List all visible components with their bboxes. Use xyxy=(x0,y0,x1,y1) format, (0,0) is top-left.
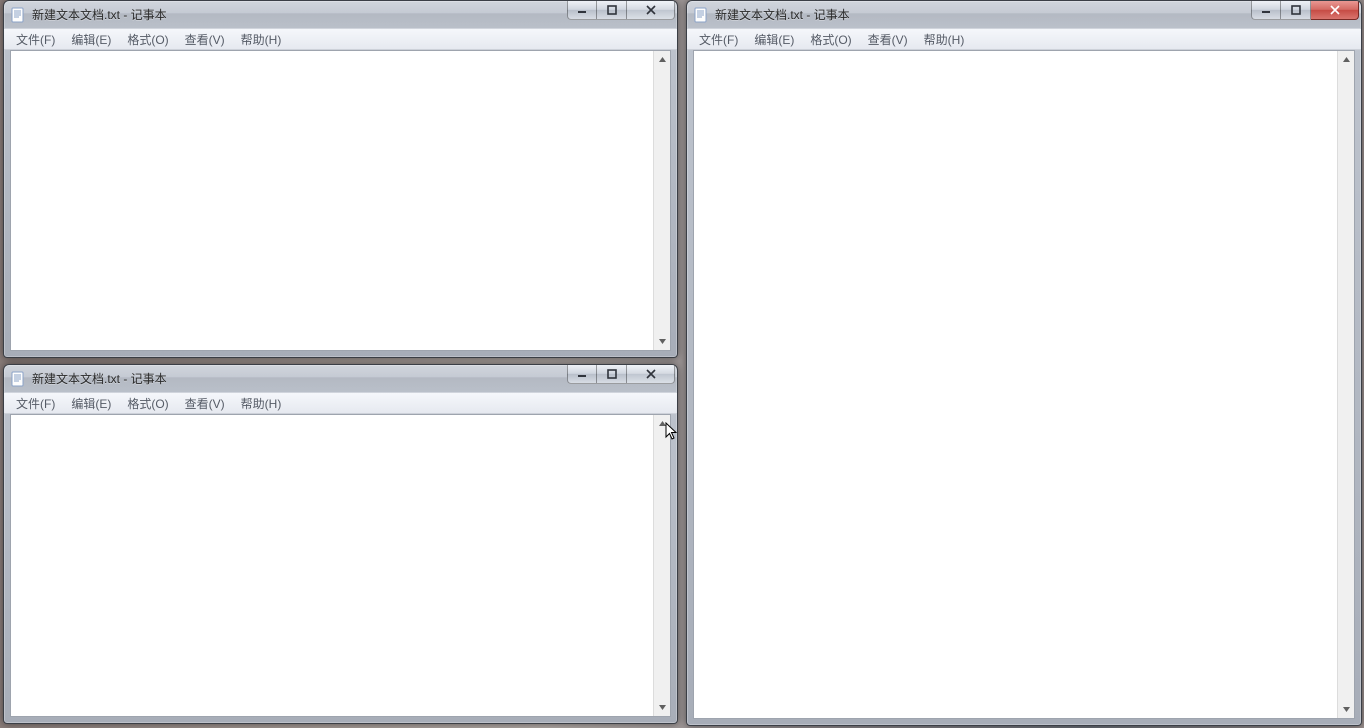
scroll-down-icon[interactable] xyxy=(654,699,671,716)
desktop: 新建文本文档.txt - 记事本 文件(F) 编辑(E) 格式(O) 查看(V)… xyxy=(0,0,1364,728)
menu-help[interactable]: 帮助(H) xyxy=(916,29,973,50)
minimize-button[interactable] xyxy=(1251,1,1281,20)
maximize-button[interactable] xyxy=(597,365,627,384)
maximize-button[interactable] xyxy=(597,1,627,20)
notepad-icon xyxy=(10,7,26,23)
titlebar[interactable]: 新建文本文档.txt - 记事本 xyxy=(4,1,677,28)
vertical-scrollbar[interactable] xyxy=(1337,51,1354,718)
scroll-up-icon[interactable] xyxy=(1338,51,1355,68)
menubar: 文件(F) 编辑(E) 格式(O) 查看(V) 帮助(H) xyxy=(4,28,677,50)
menubar: 文件(F) 编辑(E) 格式(O) 查看(V) 帮助(H) xyxy=(4,392,677,414)
menu-edit[interactable]: 编辑(E) xyxy=(746,29,802,50)
notepad-window: 新建文本文档.txt - 记事本 文件(F) 编辑(E) 格式(O) 查看(V)… xyxy=(3,364,678,724)
titlebar[interactable]: 新建文本文档.txt - 记事本 xyxy=(687,1,1361,28)
notepad-icon xyxy=(693,7,709,23)
vertical-scrollbar[interactable] xyxy=(653,415,670,716)
menu-format[interactable]: 格式(O) xyxy=(119,29,176,50)
menu-edit[interactable]: 编辑(E) xyxy=(63,29,119,50)
menu-file[interactable]: 文件(F) xyxy=(691,29,746,50)
notepad-window: 新建文本文档.txt - 记事本 文件(F) 编辑(E) 格式(O) 查看(V)… xyxy=(3,0,678,358)
menu-edit[interactable]: 编辑(E) xyxy=(63,393,119,414)
text-area[interactable] xyxy=(11,51,653,350)
menu-view[interactable]: 查看(V) xyxy=(177,393,233,414)
menu-view[interactable]: 查看(V) xyxy=(177,29,233,50)
window-title: 新建文本文档.txt - 记事本 xyxy=(32,6,567,23)
maximize-button[interactable] xyxy=(1281,1,1311,20)
window-controls xyxy=(1251,1,1359,28)
titlebar[interactable]: 新建文本文档.txt - 记事本 xyxy=(4,365,677,392)
minimize-button[interactable] xyxy=(567,365,597,384)
close-button[interactable] xyxy=(627,1,675,20)
window-title: 新建文本文档.txt - 记事本 xyxy=(715,6,1251,23)
minimize-button[interactable] xyxy=(567,1,597,20)
text-area[interactable] xyxy=(11,415,653,716)
window-controls xyxy=(567,365,675,392)
menu-help[interactable]: 帮助(H) xyxy=(233,29,290,50)
menu-format[interactable]: 格式(O) xyxy=(119,393,176,414)
menu-file[interactable]: 文件(F) xyxy=(8,393,63,414)
notepad-window: 新建文本文档.txt - 记事本 文件(F) 编辑(E) 格式(O) 查看(V)… xyxy=(686,0,1362,726)
menubar: 文件(F) 编辑(E) 格式(O) 查看(V) 帮助(H) xyxy=(687,28,1361,50)
client-area xyxy=(693,50,1355,719)
close-button[interactable] xyxy=(1311,1,1359,20)
scroll-up-icon[interactable] xyxy=(654,51,671,68)
window-controls xyxy=(567,1,675,28)
menu-format[interactable]: 格式(O) xyxy=(802,29,859,50)
menu-help[interactable]: 帮助(H) xyxy=(233,393,290,414)
text-area[interactable] xyxy=(694,51,1337,718)
window-title: 新建文本文档.txt - 记事本 xyxy=(32,370,567,387)
notepad-icon xyxy=(10,371,26,387)
scroll-down-icon[interactable] xyxy=(654,333,671,350)
client-area xyxy=(10,414,671,717)
menu-file[interactable]: 文件(F) xyxy=(8,29,63,50)
close-button[interactable] xyxy=(627,365,675,384)
scroll-down-icon[interactable] xyxy=(1338,701,1355,718)
scroll-up-icon[interactable] xyxy=(654,415,671,432)
vertical-scrollbar[interactable] xyxy=(653,51,670,350)
client-area xyxy=(10,50,671,351)
menu-view[interactable]: 查看(V) xyxy=(860,29,916,50)
